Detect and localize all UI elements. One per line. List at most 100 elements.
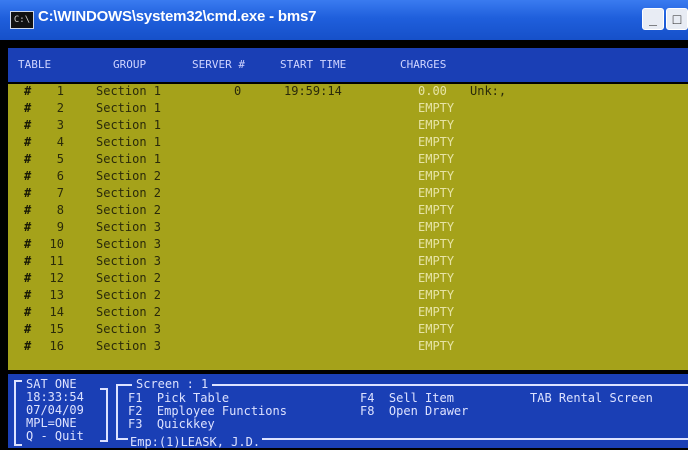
table-row[interactable]: #3 Section 1 EMPTY: [8, 118, 688, 133]
table-row[interactable]: #1 Section 1 0 19:59:14 0.00 Unk:,: [8, 84, 688, 99]
title-bar[interactable]: C:\ C:\WINDOWS\system32\cmd.exe - bms7 _…: [0, 0, 688, 40]
row-hash: #: [24, 220, 32, 234]
row-hash: #: [24, 169, 32, 183]
row-hash: #: [24, 254, 32, 268]
header-group: GROUP: [113, 58, 147, 71]
f8-open-drawer[interactable]: F8 Open Drawer: [360, 405, 468, 418]
row-charges: EMPTY: [418, 169, 455, 183]
header-charges: CHARGES: [400, 58, 447, 71]
header-server: SERVER #: [192, 58, 245, 71]
row-group: Section 3: [96, 237, 162, 251]
table-row[interactable]: #12 Section 2 EMPTY: [8, 271, 688, 286]
row-table-number: 12: [49, 271, 64, 285]
row-group: Section 2: [96, 203, 162, 217]
row-hash: #: [24, 203, 32, 217]
row-group: Section 1: [96, 152, 162, 166]
row-group: Section 2: [96, 271, 162, 285]
row-charges: EMPTY: [418, 118, 455, 132]
row-charges: EMPTY: [418, 288, 455, 302]
f3-quickkey[interactable]: F3 Quickkey: [128, 418, 215, 431]
console-icon[interactable]: C:\: [10, 11, 34, 29]
table-row[interactable]: #14 Section 2 EMPTY: [8, 305, 688, 320]
row-charges: EMPTY: [418, 152, 455, 166]
row-hash: #: [24, 135, 32, 149]
clock-bracket-left: [14, 380, 22, 446]
window-title: C:\WINDOWS\system32\cmd.exe - bms7: [38, 8, 317, 25]
status-mpl: MPL=ONE: [26, 416, 77, 430]
status-panel: SAT ONE 18:33:54 07/04/09 MPL=ONE Q - Qu…: [8, 374, 688, 448]
table-row[interactable]: #6 Section 2 EMPTY: [8, 169, 688, 184]
quit-key[interactable]: Q - Quit: [26, 430, 84, 442]
table-row[interactable]: #13 Section 2 EMPTY: [8, 288, 688, 303]
maximize-button[interactable]: □: [666, 8, 688, 30]
row-group: Section 1: [96, 118, 162, 132]
row-table-number: 5: [56, 152, 64, 166]
table-row[interactable]: #10 Section 3 EMPTY: [8, 237, 688, 252]
status-date: 07/04/09: [26, 403, 84, 417]
row-table-number: 7: [56, 186, 64, 200]
status-time: 18:33:54: [26, 390, 84, 404]
row-start-time: 19:59:14: [284, 84, 342, 98]
console-area[interactable]: TABLE GROUP SERVER # START TIME CHARGES …: [8, 40, 688, 450]
row-charges: 0.00: [418, 84, 447, 98]
row-charges: EMPTY: [418, 237, 455, 251]
row-charges: EMPTY: [418, 254, 455, 268]
row-hash: #: [24, 339, 32, 353]
row-group: Section 1: [96, 101, 162, 115]
row-charges: EMPTY: [418, 203, 455, 217]
row-hash: #: [24, 305, 32, 319]
row-table-number: 8: [56, 203, 64, 217]
row-group: Section 1: [96, 84, 162, 98]
table-header: TABLE GROUP SERVER # START TIME CHARGES: [8, 48, 688, 82]
table-row[interactable]: #8 Section 2 EMPTY: [8, 203, 688, 218]
table-row[interactable]: #4 Section 1 EMPTY: [8, 135, 688, 150]
minimize-button[interactable]: _: [642, 8, 664, 30]
screen-title: Screen : 1: [132, 378, 213, 390]
table-row[interactable]: #2 Section 1 EMPTY: [8, 101, 688, 116]
row-table-number: 9: [56, 220, 64, 234]
row-charges: EMPTY: [418, 101, 455, 115]
header-table: TABLE: [18, 58, 52, 71]
row-group: Section 2: [96, 169, 162, 183]
row-charges: EMPTY: [418, 305, 455, 319]
row-charges: EMPTY: [418, 271, 455, 285]
row-hash: #: [24, 101, 32, 115]
row-table-number: 13: [49, 288, 64, 302]
table-row[interactable]: #7 Section 2 EMPTY: [8, 186, 688, 201]
row-hash: #: [24, 288, 32, 302]
row-charges: EMPTY: [418, 186, 455, 200]
row-group: Section 1: [96, 135, 162, 149]
row-group: Section 3: [96, 220, 162, 234]
table-row[interactable]: #9 Section 3 EMPTY: [8, 220, 688, 235]
row-extra: Unk:,: [470, 84, 507, 98]
console-window: C:\ C:\WINDOWS\system32\cmd.exe - bms7 _…: [0, 0, 688, 450]
employee-label: Emp:(1)LEASK, J.D.: [128, 435, 263, 449]
row-group: Section 3: [96, 339, 162, 353]
clock-box: SAT ONE 18:33:54 07/04/09 MPL=ONE Q - Qu…: [14, 377, 108, 446]
table-row[interactable]: #16 Section 3 EMPTY: [8, 339, 688, 354]
row-hash: #: [24, 322, 32, 336]
row-table-number: 14: [49, 305, 64, 319]
row-hash: #: [24, 118, 32, 132]
row-server: 0: [234, 84, 242, 98]
header-start-time: START TIME: [280, 58, 347, 71]
row-table-number: 11: [49, 254, 64, 268]
tab-rental-screen[interactable]: TAB Rental Screen: [530, 392, 653, 405]
row-hash: #: [24, 186, 32, 200]
row-table-number: 16: [49, 339, 64, 353]
row-table-number: 2: [56, 101, 64, 115]
row-group: Section 2: [96, 186, 162, 200]
row-group: Section 3: [96, 254, 162, 268]
row-charges: EMPTY: [418, 339, 455, 353]
table-row[interactable]: #11 Section 3 EMPTY: [8, 254, 688, 269]
row-group: Section 3: [96, 322, 162, 336]
row-table-number: 6: [56, 169, 64, 183]
table-row[interactable]: #15 Section 3 EMPTY: [8, 322, 688, 337]
table-row[interactable]: #5 Section 1 EMPTY: [8, 152, 688, 167]
clock-bracket-right: [100, 388, 108, 442]
row-table-number: 10: [49, 237, 64, 251]
row-hash: #: [24, 271, 32, 285]
row-charges: EMPTY: [418, 135, 455, 149]
status-day: SAT ONE: [26, 377, 77, 391]
screen-menu: Screen : 1 F1 Pick Table F2 Employee Fun…: [116, 378, 688, 448]
